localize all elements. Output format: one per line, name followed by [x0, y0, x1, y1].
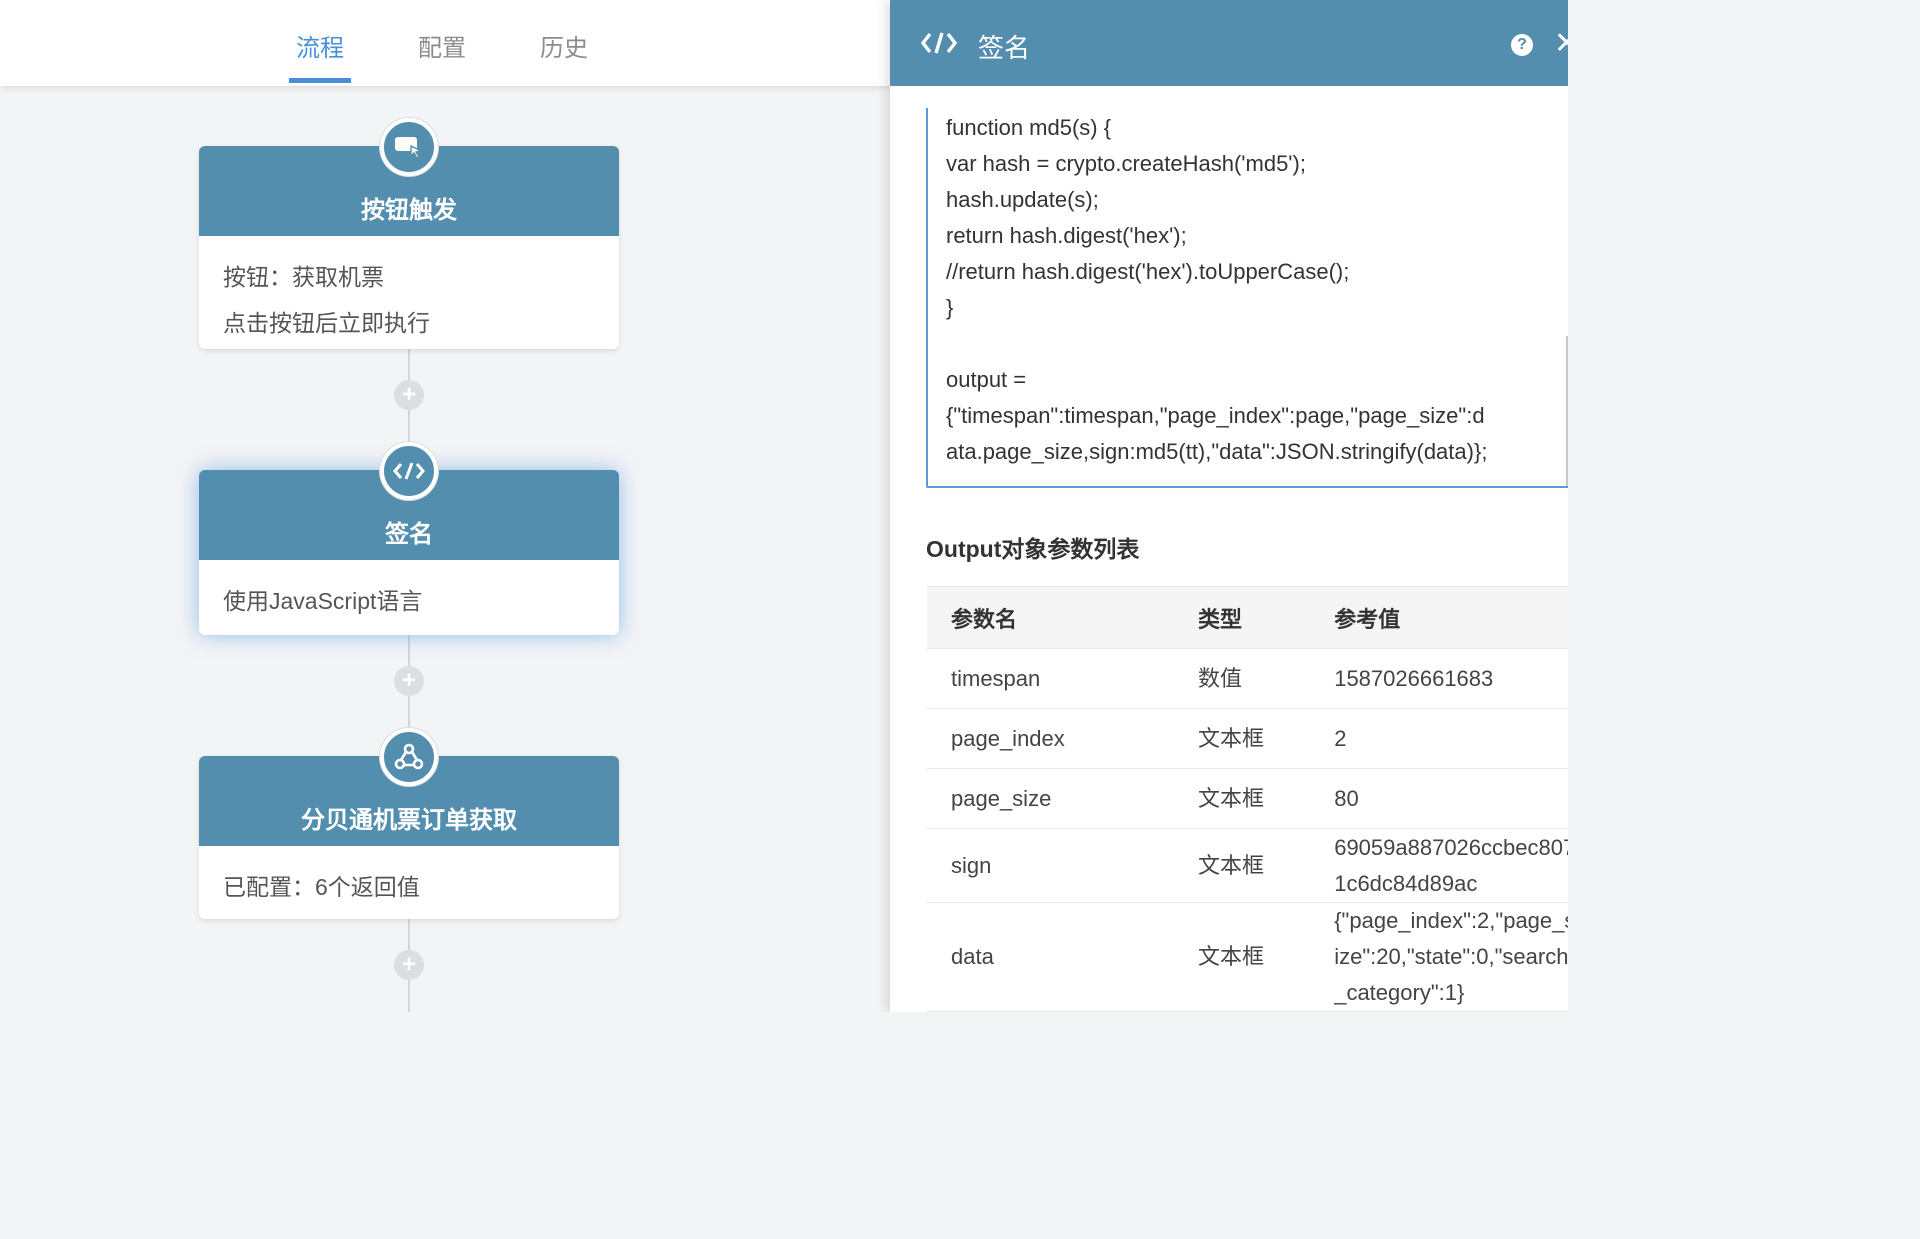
param-value: 69059a887026ccbec8071c6dc84d89ac	[1310, 828, 1568, 903]
output-section-title: Output对象参数列表	[926, 536, 1140, 562]
flow-node-button-trigger[interactable]: 按钮触发 按钮：获取机票 点击按钮后立即执行	[199, 118, 619, 349]
column-header-value: 参考值	[1310, 586, 1568, 649]
code-editor[interactable]: function md5(s) { var hash = crypto.crea…	[926, 108, 1568, 488]
table-row: timespan 数值 1587026661683	[927, 648, 1568, 709]
app-root: 流程 配置 历史 + + + 按钮触发 按钮：获取机票 点击按钮后立即执行 签名…	[0, 0, 1568, 1012]
node-body: 已配置：6个返回值	[199, 846, 619, 928]
panel-header: 签名 ? ✕	[890, 0, 1568, 86]
code-line: function md5(s) {	[946, 115, 1112, 140]
param-value: 1587026661683	[1310, 648, 1568, 709]
tab-config[interactable]: 配置	[418, 28, 466, 63]
node-config-panel: 签名 ? ✕ function md5(s) { var hash = cryp…	[890, 0, 1568, 1012]
param-value: 80	[1310, 768, 1568, 829]
node-detail: 按钮：获取机票	[223, 264, 384, 290]
code-line: output =	[946, 367, 1027, 392]
param-value: 2	[1310, 708, 1568, 769]
param-type: 文本框	[1173, 828, 1311, 903]
param-name: page_size	[927, 768, 1174, 829]
code-line: ata.page_size,sign:md5(tt),"data":JSON.s…	[946, 439, 1488, 464]
code-line: hash.update(s);	[946, 187, 1099, 212]
add-step-button[interactable]: +	[394, 666, 424, 696]
code-line: }	[946, 295, 954, 320]
output-params-table: 参数名 类型 参考值 timespan 数值 1587026661683 pag…	[927, 586, 1568, 1012]
tab-flow[interactable]: 流程	[296, 28, 344, 63]
column-header-name: 参数名	[927, 586, 1174, 649]
param-type: 文本框	[1173, 708, 1311, 769]
top-tab-bar: 流程 配置 历史	[0, 0, 892, 86]
param-type: 数值	[1173, 648, 1311, 709]
param-name: timespan	[927, 648, 1174, 709]
code-editor-scrollbar[interactable]	[1566, 336, 1568, 486]
param-name: page_index	[927, 708, 1174, 769]
node-body: 按钮：获取机票 点击按钮后立即执行	[199, 236, 619, 364]
table-row: page_size 文本框 80	[927, 768, 1568, 829]
param-name: data	[927, 902, 1174, 1012]
code-line: var hash = crypto.createHash('md5');	[946, 151, 1306, 176]
param-type: 文本框	[1173, 902, 1311, 1012]
active-tab-indicator	[289, 78, 351, 83]
table-header-row: 参数名 类型 参考值	[927, 586, 1568, 649]
help-icon[interactable]: ?	[1511, 34, 1533, 56]
flow-node-signature[interactable]: 签名 使用JavaScript语言	[199, 442, 619, 635]
table-row: page_index 文本框 2	[927, 708, 1568, 769]
node-body: 使用JavaScript语言	[199, 560, 619, 642]
table-row: data 文本框 {"page_index":2,"page_size":20,…	[927, 902, 1568, 1012]
code-line: //return hash.digest('hex').toUpperCase(…	[946, 259, 1350, 284]
column-header-type: 类型	[1173, 586, 1311, 649]
flow-canvas: 流程 配置 历史 + + + 按钮触发 按钮：获取机票 点击按钮后立即执行 签名…	[0, 0, 892, 1012]
node-detail: 已配置：6个返回值	[223, 874, 420, 900]
code-icon	[380, 442, 438, 500]
tab-history[interactable]: 历史	[540, 28, 588, 63]
node-detail: 使用JavaScript语言	[223, 588, 423, 614]
panel-title: 签名	[978, 33, 1031, 63]
param-type: 文本框	[1173, 768, 1311, 829]
param-name: sign	[927, 828, 1174, 903]
param-value: {"page_index":2,"page_size":20,"state":0…	[1310, 902, 1568, 1012]
webhook-icon	[380, 728, 438, 786]
add-step-button[interactable]: +	[394, 950, 424, 980]
code-icon	[920, 30, 958, 61]
code-line: {"timespan":timespan,"page_index":page,"…	[946, 403, 1485, 428]
button-click-icon	[380, 118, 438, 176]
flow-node-ticket-fetch[interactable]: 分贝通机票订单获取 已配置：6个返回值	[199, 728, 619, 919]
close-icon[interactable]: ✕	[1554, 26, 1568, 61]
code-line: return hash.digest('hex');	[946, 223, 1187, 248]
add-step-button[interactable]: +	[394, 380, 424, 410]
table-row: sign 文本框 69059a887026ccbec8071c6dc84d89a…	[927, 828, 1568, 903]
node-detail: 点击按钮后立即执行	[223, 310, 430, 336]
